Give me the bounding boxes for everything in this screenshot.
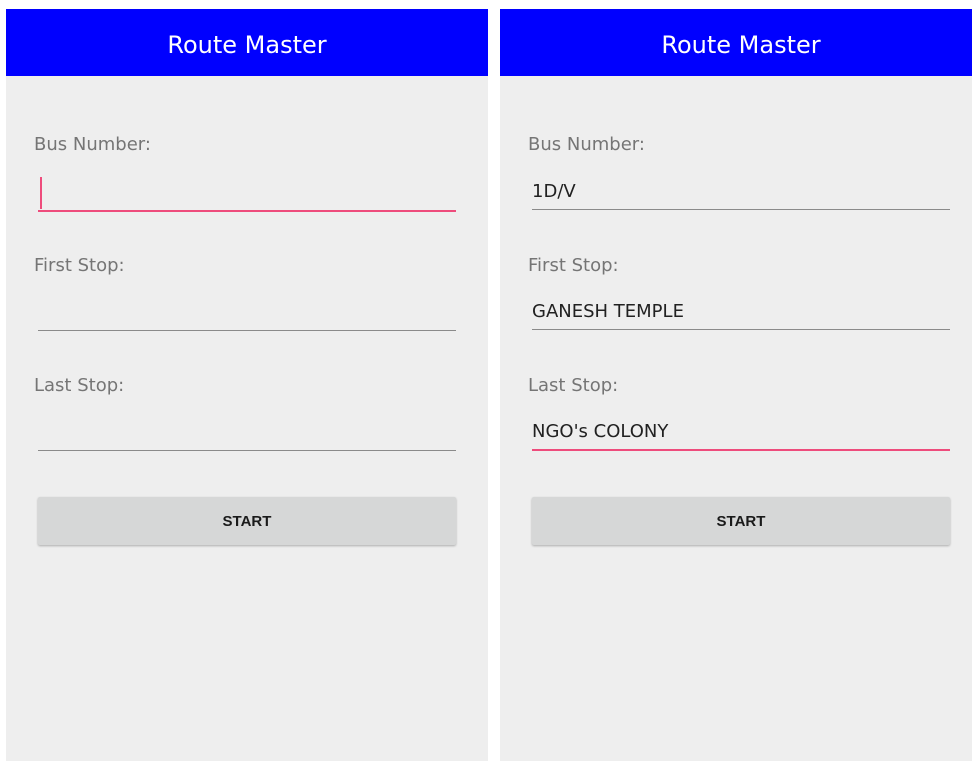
last-stop-label: Last Stop: xyxy=(528,375,619,396)
start-button[interactable]: START xyxy=(532,497,950,545)
first-stop-label: First Stop: xyxy=(528,255,619,276)
last-stop-underline xyxy=(532,449,950,451)
start-button-label: START xyxy=(716,512,766,530)
bus-number-label: Bus Number: xyxy=(528,134,645,155)
text-cursor xyxy=(40,177,42,209)
last-stop-underline xyxy=(38,450,456,451)
left-phone-screen: Route Master Bus Number: First Stop: Las… xyxy=(6,9,488,761)
start-button[interactable]: START xyxy=(38,497,456,545)
first-stop-underline xyxy=(532,329,950,330)
first-stop-input[interactable]: GANESH TEMPLE xyxy=(532,301,684,322)
bus-number-underline xyxy=(38,210,456,212)
last-stop-label: Last Stop: xyxy=(34,375,125,396)
first-stop-underline xyxy=(38,330,456,331)
bus-number-underline xyxy=(532,209,950,210)
app-bar: Route Master xyxy=(6,9,488,76)
right-phone-screen: Route Master Bus Number: 1D/V First Stop… xyxy=(500,9,972,761)
app-bar: Route Master xyxy=(500,9,972,76)
start-button-label: START xyxy=(222,512,272,530)
first-stop-label: First Stop: xyxy=(34,255,125,276)
bus-number-label: Bus Number: xyxy=(34,134,151,155)
bus-number-input[interactable]: 1D/V xyxy=(532,181,576,202)
app-title: Route Master xyxy=(167,30,327,59)
last-stop-input[interactable]: NGO's COLONY xyxy=(532,421,668,442)
app-title: Route Master xyxy=(661,30,821,59)
